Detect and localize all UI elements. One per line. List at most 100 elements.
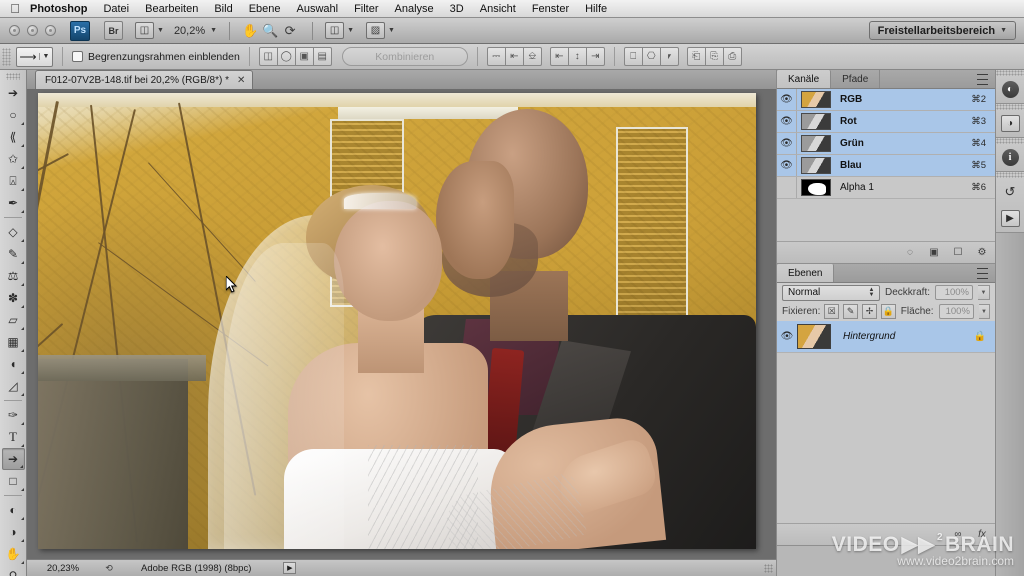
show-bounding-box-option[interactable]: Begrenzungsrahmen einblenden: [72, 51, 240, 63]
close-icon[interactable]: ✕: [237, 75, 245, 86]
color-panel-icon[interactable]: ◐: [996, 76, 1024, 103]
canvas-viewport[interactable]: [27, 90, 776, 559]
align-right-edges-icon[interactable]: ⇥: [585, 47, 605, 66]
hand-tool-icon[interactable]: ✋: [2, 543, 25, 565]
type-tool-icon[interactable]: T: [2, 426, 25, 448]
chevron-down-icon[interactable]: ▼: [157, 27, 164, 34]
info-panel-icon[interactable]: i: [996, 144, 1024, 171]
layer-style-fx-icon[interactable]: fx: [975, 529, 989, 540]
exclude-overlapping-path-areas-icon[interactable]: ▤: [312, 47, 332, 66]
align-horizontal-centers-icon[interactable]: ↕: [567, 47, 587, 66]
menu-item-auswahl[interactable]: Auswahl: [289, 0, 347, 18]
distribute-horizontal-centers-icon[interactable]: ⎘: [704, 47, 724, 66]
panel-menu-icon[interactable]: [977, 74, 990, 85]
load-channel-as-selection-icon[interactable]: ◌: [903, 247, 917, 258]
minimize-window-button[interactable]: [27, 25, 38, 36]
screen-modes-control[interactable]: ▨ ▼: [366, 21, 395, 41]
crop-tool-icon[interactable]: ⍓: [2, 170, 25, 192]
layer-row-hintergrund[interactable]: 👁 Hintergrund 🔒: [777, 321, 995, 353]
rotate-view-icon[interactable]: ⟳: [280, 22, 300, 39]
eye-icon-hidden[interactable]: [777, 177, 797, 198]
menu-item-filter[interactable]: Filter: [346, 0, 386, 18]
menu-item-analyse[interactable]: Analyse: [387, 0, 442, 18]
opacity-chevron-down-icon[interactable]: ▼: [978, 285, 990, 300]
link-layers-icon[interactable]: ∞: [951, 529, 965, 540]
zoom-level-chevron-down-icon[interactable]: ▼: [210, 27, 217, 34]
tab-ebenen[interactable]: Ebenen: [777, 264, 835, 282]
actions-panel-icon[interactable]: ▶: [996, 205, 1024, 232]
lock-image-pixels-icon[interactable]: ✎: [843, 304, 859, 319]
screen-mode-icon[interactable]: ◫: [135, 22, 154, 39]
path-selection-tool-icon[interactable]: ➔: [1, 448, 25, 470]
eraser-tool-icon[interactable]: ▱: [2, 309, 25, 331]
save-selection-as-channel-icon[interactable]: ▣: [927, 247, 941, 258]
magic-wand-tool-icon[interactable]: ✩: [2, 148, 25, 170]
menu-item-ansicht[interactable]: Ansicht: [472, 0, 524, 18]
arrange-documents-control[interactable]: ◫ ▼: [325, 21, 354, 41]
move-tool-icon[interactable]: ➔: [2, 82, 25, 104]
history-brush-tool-icon[interactable]: ✽: [2, 287, 25, 309]
channel-row-blau[interactable]: 👁 Blau ⌘5: [777, 155, 995, 177]
delete-channel-icon[interactable]: ⚙: [975, 247, 989, 258]
channel-row-rgb[interactable]: 👁 RGB ⌘2: [777, 89, 995, 111]
channel-row-gruen[interactable]: 👁 Grün ⌘4: [777, 133, 995, 155]
close-window-button[interactable]: [9, 25, 20, 36]
zoom-level-value[interactable]: 20,2%: [174, 25, 205, 37]
arrange-documents-icon[interactable]: ◫: [325, 22, 345, 39]
combine-button[interactable]: Kombinieren: [341, 47, 468, 66]
distribute-left-edges-icon[interactable]: ⎗: [686, 47, 706, 66]
blend-mode-select[interactable]: Normal ▲ ▼: [782, 284, 880, 301]
document-canvas[interactable]: [38, 93, 756, 549]
distribute-bottom-edges-icon[interactable]: ⎖: [659, 47, 679, 66]
channel-row-rot[interactable]: 👁 Rot ⌘3: [777, 111, 995, 133]
apple-icon[interactable]: : [0, 2, 22, 15]
channel-row-alpha-1[interactable]: Alpha 1 ⌘6: [777, 177, 995, 199]
align-bottom-edges-icon[interactable]: ⎒: [522, 47, 542, 66]
blur-tool-icon[interactable]: ◖: [2, 353, 25, 375]
show-bounding-box-checkbox[interactable]: [72, 51, 83, 62]
gradient-tool-icon[interactable]: ▦: [2, 331, 25, 353]
brush-tool-icon[interactable]: ✎: [2, 243, 25, 265]
eye-icon[interactable]: 👁: [777, 111, 797, 132]
lock-transparent-pixels-icon[interactable]: ☒: [824, 304, 840, 319]
status-zoom-value[interactable]: 20,23%: [27, 563, 99, 574]
options-bar-grip[interactable]: [2, 47, 11, 66]
elliptical-marquee-tool-icon[interactable]: ○: [2, 104, 25, 126]
lasso-tool-icon[interactable]: ⟪: [2, 126, 25, 148]
view-extras-control[interactable]: ◫ ▼: [135, 21, 164, 41]
menu-item-3d[interactable]: 3D: [442, 0, 472, 18]
document-tab[interactable]: F012-07V2B-148.tif bei 20,2% (RGB/8*) * …: [35, 70, 254, 89]
pen-tool-icon[interactable]: ✑: [2, 404, 25, 426]
panel-menu-icon[interactable]: [977, 268, 990, 279]
eye-icon[interactable]: 👁: [777, 133, 797, 154]
dodge-tool-icon[interactable]: ◿: [2, 375, 25, 397]
eye-icon[interactable]: 👁: [777, 155, 797, 176]
intersect-path-areas-icon[interactable]: ▣: [294, 47, 314, 66]
zoom-window-button[interactable]: [45, 25, 56, 36]
spot-healing-brush-tool-icon[interactable]: ◇: [2, 221, 25, 243]
hand-icon[interactable]: ✋: [240, 22, 260, 39]
status-resize-grip[interactable]: [764, 563, 773, 573]
three-d-orbit-tool-icon[interactable]: ◑: [2, 521, 25, 543]
screen-modes-icon[interactable]: ▨: [366, 22, 386, 39]
stepper-icon[interactable]: ▲ ▼: [866, 287, 877, 299]
document-info-icon[interactable]: ⟲: [99, 563, 119, 574]
magnifier-icon[interactable]: 🔍: [260, 22, 280, 39]
eye-icon[interactable]: 👁: [777, 89, 797, 110]
eyedropper-tool-icon[interactable]: ✒: [2, 192, 25, 214]
active-tool-preset-picker[interactable]: ⟶ ▼: [16, 46, 53, 67]
menu-item-bild[interactable]: Bild: [206, 0, 240, 18]
opacity-field[interactable]: 100%: [935, 285, 973, 300]
rectangle-shape-tool-icon[interactable]: □: [2, 470, 25, 492]
add-to-path-area-icon[interactable]: ◫: [258, 47, 278, 66]
subtract-from-path-area-icon[interactable]: ◯: [276, 47, 296, 66]
tab-kanaele[interactable]: Kanäle: [777, 70, 832, 88]
clone-stamp-tool-icon[interactable]: ⚖: [2, 265, 25, 287]
menu-item-hilfe[interactable]: Hilfe: [577, 0, 615, 18]
menu-item-datei[interactable]: Datei: [95, 0, 137, 18]
screen-modes-chevron-down-icon[interactable]: ▼: [388, 27, 395, 34]
lock-position-icon[interactable]: ✢: [862, 304, 877, 319]
launch-bridge-icon[interactable]: Br: [104, 21, 123, 40]
tab-pfade[interactable]: Pfade: [831, 70, 881, 88]
eye-icon[interactable]: 👁: [777, 331, 797, 342]
